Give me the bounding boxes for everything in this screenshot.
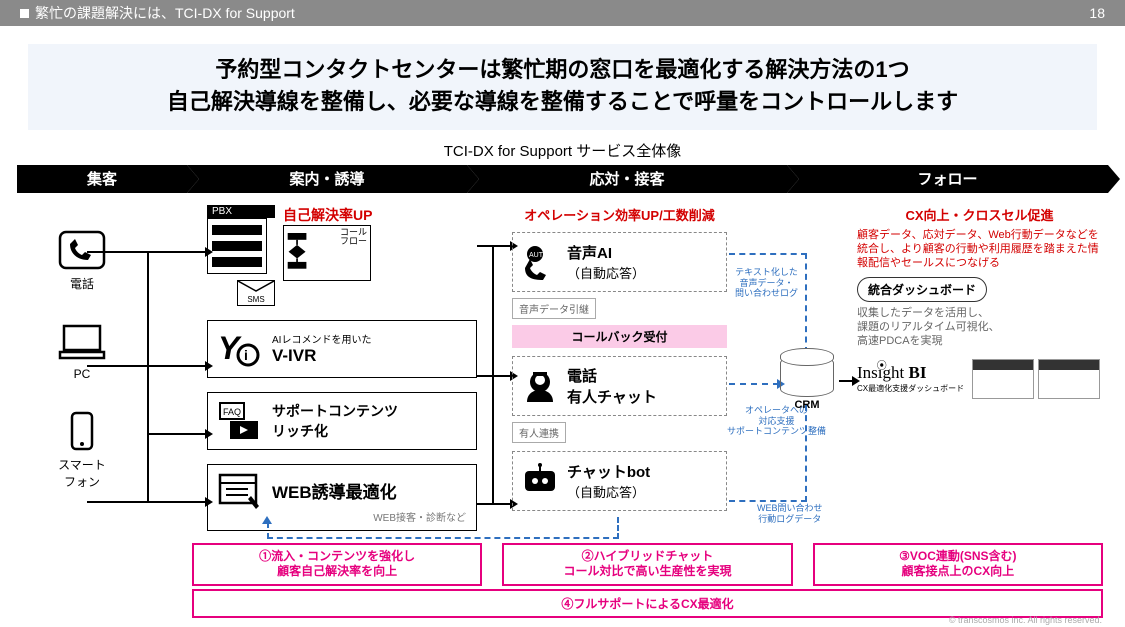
response-column: オペレーション効率UP/工数削減 AUTO 音声AI （自動応答） 音声データ引継… [512,205,727,511]
sms-label: SMS [238,296,274,304]
arrow-up-icon [262,516,272,524]
connector [87,251,207,253]
web-sub: WEB接客・診断など [218,509,466,524]
pink-row: ①流入・コンテンツを強化し顧客自己解決率を向上 ②ハイブリッドチャットコール対比… [192,543,1103,586]
phone-handset-icon [58,230,106,270]
pbx-box [207,218,267,274]
connector [87,501,207,503]
sms-box: SMS [237,280,275,306]
vivr-box: Yi AIレコメンドを用いたV-IVR [207,320,477,378]
voice-ai-l1: 音声AI [567,245,612,262]
connector [147,433,207,435]
vivr-sub: AIレコメンドを用いた [272,331,371,346]
pink-2: ②ハイブリッドチャットコール対比で高い生産性を実現 [502,543,792,586]
svg-text:i: i [244,347,248,363]
voice-ai-l2: （自動応答） [567,266,645,281]
laptop-icon [58,322,106,362]
copyright: © transcosmos inc. All rights reserved. [949,615,1102,625]
device-smartphone: スマート フォン [27,411,137,490]
insight-logo: Insı⦿ght BI [857,363,964,383]
connector [477,245,512,247]
pink-1: ①流入・コンテンツを強化し顧客自己解決率を向上 [192,543,482,586]
step-4: フォロー [787,165,1108,193]
human-l1: 電話 [567,368,597,385]
device-tel: 電話 [27,230,137,292]
devices-column: 電話 PC スマート フォン [27,230,137,490]
faq-video-icon: FAQ [218,401,262,441]
smartphone-icon [58,411,106,451]
auto-voice-icon: AUTO [521,244,559,280]
right-red-label: CX向上・クロスセル促進 [857,205,1102,224]
device-pc: PC [27,322,137,381]
right-column: CX向上・クロスセル促進 顧客データ、応対データ、Web行動データなどを統合し、… [857,205,1102,399]
database-icon [780,355,834,397]
dashed-connector [805,253,807,353]
headline-band: 予約型コンタクトセンターは繁忙期の窓口を最適化する解決方法の1つ 自己解決導線を… [28,44,1097,130]
dashed-connector [729,253,807,255]
support-box: FAQ サポートコンテンツ リッチ化 [207,392,477,450]
guide-red-label: 自己解決率UP [283,205,372,225]
vivr-icon: Yi [218,329,262,369]
web-title: WEB誘導最適化 [272,478,397,503]
device-phone-label: スマート フォン [27,456,137,490]
step-1: 集客 [17,165,187,193]
guide-column: PBX SMS 自己解決率UP コールフロー [207,205,477,531]
dashed-connector [267,537,619,539]
chatbot-icon [521,463,559,499]
insight-sub: CX最適化支援ダッシュボード [857,383,964,394]
flowchart-icon [286,228,320,272]
web-box: WEB誘導最適化 WEB接客・診断など [207,464,477,531]
device-pc-label: PC [27,367,137,381]
pbx-label: PBX [207,205,275,218]
headline-l1: 予約型コンタクトセンターは繁忙期の窓口を最適化する解決方法の1つ [40,54,1085,86]
dashed-connector [729,500,807,502]
device-tel-label: 電話 [27,275,137,292]
tag-voice-handoff: 音声データ引継 [512,298,596,319]
connector [477,503,512,505]
subtitle: TCI-DX for Support サービス全体像 [0,140,1125,161]
right-grey: 収集したデータを活用し、 課題のリアルタイム可視化、 高速PDCAを実現 [857,306,1102,349]
crm-label: CRM [777,399,837,411]
dashboard-pill: 統合ダッシュボード [857,277,987,302]
diagram-body: 電話 PC スマート フォン PBX [17,205,1108,625]
headline-l2: 自己解決導線を整備し、必要な導線を整備することで呼量をコントロールします [40,86,1085,118]
connector [477,375,512,377]
human-l2: 有人チャット [567,389,657,406]
dashboard-thumbs [972,359,1100,399]
response-red-label: オペレーション効率UP/工数削減 [512,205,727,224]
right-desc: 顧客データ、応対データ、Web行動データなどを統合し、より顧客の行動や利用履歴を… [857,228,1102,271]
voice-ai-box: AUTO 音声AI （自動応答） [512,232,727,292]
faq-text: FAQ [223,407,241,417]
slide-topbar: 繁忙の課題解決には、TCI-DX for Support 18 [0,0,1125,26]
connector [87,365,207,367]
human-chat-box: 電話有人チャット [512,356,727,416]
note-weblog: WEB問い合わせ 行動ログデータ [757,503,823,525]
operator-icon [521,368,559,404]
pink-4: ④フルサポートによるCX最適化 [192,589,1103,618]
page-number: 18 [1089,5,1105,21]
pink-3: ③VOC連動(SNS含む)顧客接点上のCX向上 [813,543,1103,586]
step-3: 応対・接客 [467,165,787,193]
support-title: サポートコンテンツ リッチ化 [272,401,398,441]
crm-node: CRM [777,355,837,411]
callflow-box: コールフロー [283,225,371,281]
connector [147,253,149,503]
dashed-connector [267,522,269,539]
svg-text:AUTO: AUTO [529,252,549,259]
dashed-connector [729,383,779,385]
step-arrows: 集客 案内・誘導 応対・接客 フォロー [17,165,1108,193]
chatbot-box: チャットbot （自動応答） [512,451,727,511]
tag-human-link: 有人連携 [512,422,566,443]
callback-box: コールバック受付 [512,325,727,348]
vivr-title: V-IVR [272,346,316,365]
callflow-l2: フロー [340,236,367,246]
dashed-connector [617,517,619,539]
chatbot-l2: （自動応答） [567,485,645,500]
step-2: 案内・誘導 [187,165,467,193]
topbar-title: 繁忙の課題解決には、TCI-DX for Support [35,3,295,23]
note-voice-log: テキスト化した 音声データ・ 問い合わせログ [735,267,798,299]
webpage-icon [218,471,262,511]
chatbot-l1: チャットbot [567,464,650,481]
